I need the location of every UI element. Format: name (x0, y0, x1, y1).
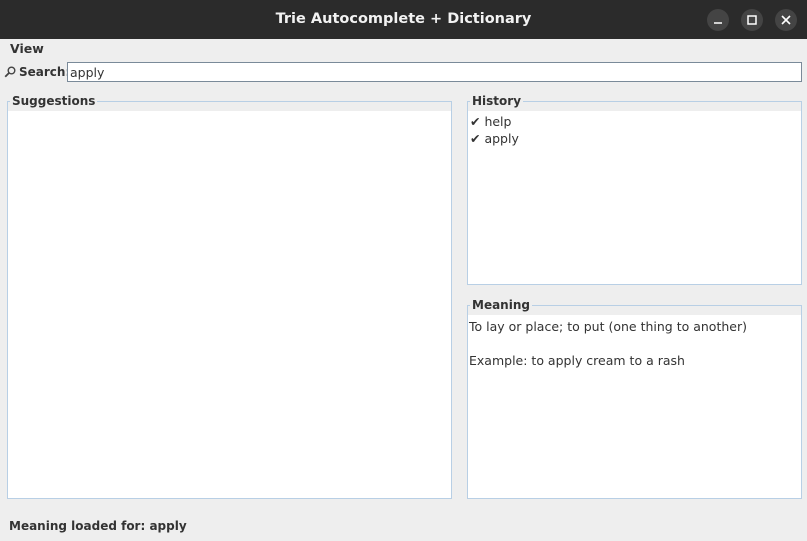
search-input[interactable] (67, 62, 802, 82)
maximize-icon (747, 15, 757, 25)
maximize-button[interactable] (741, 9, 763, 31)
search-label: Search: (19, 65, 71, 79)
status-text: Meaning loaded for: apply (9, 519, 187, 533)
history-item-apply[interactable]: ✔ apply (468, 130, 800, 147)
close-button[interactable] (775, 9, 797, 31)
suggestions-list[interactable] (7, 101, 452, 499)
minimize-icon (714, 22, 722, 24)
minimize-button[interactable] (707, 9, 729, 31)
app-window: Trie Autocomplete + Dictionary View Sear… (0, 0, 807, 541)
menu-view[interactable]: View (10, 41, 44, 56)
meaning-definition: To lay or place; to put (one thing to an… (469, 319, 747, 334)
meaning-text: To lay or place; to put (one thing to an… (469, 318, 799, 369)
search-row: Search: (0, 60, 807, 84)
suggestions-title: Suggestions (10, 94, 98, 108)
meaning-title: Meaning (470, 298, 532, 312)
history-item-help[interactable]: ✔ help (468, 113, 800, 130)
title-bar[interactable]: Trie Autocomplete + Dictionary (0, 0, 807, 39)
history-list: ✔ help ✔ apply (468, 113, 800, 147)
meaning-example: Example: to apply cream to a rash (469, 353, 685, 368)
menu-bar: View (0, 39, 807, 60)
history-title: History (470, 94, 524, 108)
status-bar: Meaning loaded for: apply (0, 516, 807, 536)
window-title: Trie Autocomplete + Dictionary (275, 11, 532, 27)
search-icon (4, 66, 16, 78)
close-icon (781, 15, 791, 25)
